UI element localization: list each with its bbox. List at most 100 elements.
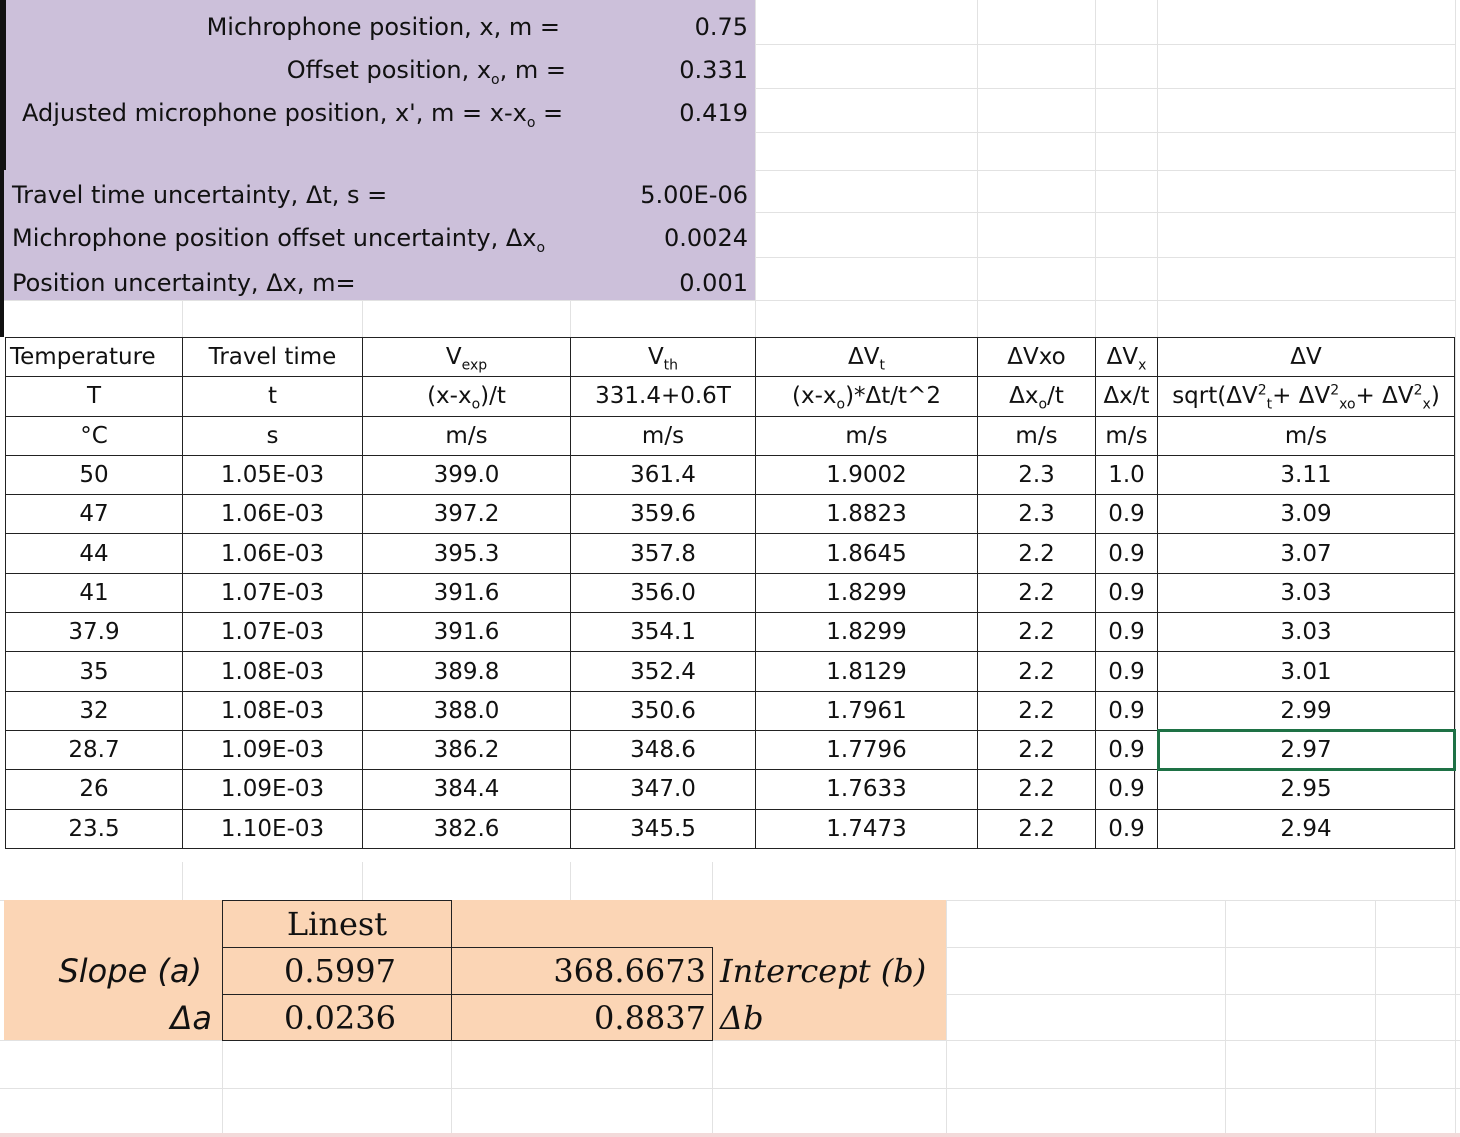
cell-v-th[interactable]: m/s — [570, 415, 756, 456]
cell-v-th[interactable]: 348.6 — [570, 729, 756, 771]
cell-dv-x[interactable]: 1.0 — [1095, 454, 1158, 496]
cell-travel-time[interactable]: t — [182, 376, 363, 417]
cell-temperature[interactable]: 28.7 — [5, 729, 183, 771]
cell-v-exp[interactable]: 399.0 — [362, 454, 571, 496]
cell-temperature[interactable]: 26 — [5, 769, 183, 810]
cell-dv[interactable]: 3.07 — [1157, 533, 1455, 574]
cell-dv[interactable]: 2.97 — [1156, 729, 1456, 771]
cell-travel-time[interactable]: s — [182, 415, 363, 456]
cell-v-exp[interactable]: Vexp — [362, 336, 571, 378]
cell-dv-t[interactable]: ΔVt — [755, 336, 978, 378]
cell-temperature[interactable]: 44 — [5, 533, 183, 574]
cell-travel-time[interactable]: 1.06E-03 — [182, 494, 363, 535]
cell-dv-xo[interactable]: ΔVxo — [977, 336, 1096, 378]
cell-dv-t[interactable]: (x-xo)*Δt/t^2 — [755, 376, 978, 417]
cell-travel-time[interactable]: 1.07E-03 — [182, 612, 363, 653]
cell-v-exp[interactable]: (x-xo)/t — [362, 376, 571, 417]
cell-dv-x[interactable]: 0.9 — [1095, 690, 1158, 731]
param-value[interactable]: 0.75 — [560, 12, 748, 42]
cell-dv-xo[interactable]: 2.2 — [977, 690, 1096, 731]
cell-v-exp[interactable]: 391.6 — [362, 572, 571, 614]
param-value[interactable]: 0.419 — [560, 98, 748, 128]
cell-dv-t[interactable]: 1.8129 — [755, 651, 978, 692]
cell-travel-time[interactable]: 1.07E-03 — [182, 572, 363, 614]
param-value[interactable]: 0.331 — [560, 55, 748, 85]
cell-v-th[interactable]: 361.4 — [570, 454, 756, 496]
cell-v-th[interactable]: 359.6 — [570, 494, 756, 535]
cell-temperature[interactable]: °C — [5, 415, 183, 456]
cell-dv[interactable]: 2.95 — [1157, 769, 1455, 810]
cell-dv-xo[interactable]: 2.2 — [977, 808, 1096, 849]
cell-dv-xo[interactable]: 2.2 — [977, 612, 1096, 653]
cell-travel-time[interactable]: 1.09E-03 — [182, 729, 363, 771]
cell-dv[interactable]: 2.94 — [1157, 808, 1455, 849]
cell-dv[interactable]: 3.01 — [1157, 651, 1455, 692]
cell-temperature[interactable]: 47 — [5, 494, 183, 535]
cell-dv-t[interactable]: m/s — [755, 415, 978, 456]
cell-temperature[interactable]: Temperature — [5, 336, 183, 378]
cell-dv-xo[interactable]: 2.2 — [977, 651, 1096, 692]
cell-dv-x[interactable]: 0.9 — [1095, 612, 1158, 653]
cell-v-th[interactable]: 357.8 — [570, 533, 756, 574]
cell-v-th[interactable]: 345.5 — [570, 808, 756, 849]
cell-dv[interactable]: 3.03 — [1157, 612, 1455, 653]
cell-temperature[interactable]: 32 — [5, 690, 183, 731]
cell-dv[interactable]: sqrt(ΔV2t+ ΔV2xo+ ΔV2x) — [1157, 376, 1455, 417]
cell-dv-xo[interactable]: 2.2 — [977, 572, 1096, 614]
cell-dv-x[interactable]: 0.9 — [1095, 572, 1158, 614]
cell-v-exp[interactable]: 391.6 — [362, 612, 571, 653]
cell-dv[interactable]: 3.03 — [1157, 572, 1455, 614]
cell-v-th[interactable]: 356.0 — [570, 572, 756, 614]
cell-v-exp[interactable]: 386.2 — [362, 729, 571, 771]
cell-dv-t[interactable]: 1.8823 — [755, 494, 978, 535]
cell-dv-x[interactable]: ΔVx — [1095, 336, 1158, 378]
cell-travel-time[interactable]: 1.09E-03 — [182, 769, 363, 810]
cell-dv-xo[interactable]: 2.2 — [977, 533, 1096, 574]
cell-travel-time[interactable]: Travel time — [182, 336, 363, 378]
cell-temperature[interactable]: 35 — [5, 651, 183, 692]
param-value[interactable]: 5.00E-06 — [560, 180, 748, 210]
cell-dv-x[interactable]: 0.9 — [1095, 533, 1158, 574]
cell-v-exp[interactable]: 395.3 — [362, 533, 571, 574]
cell-dv-xo[interactable]: 2.3 — [977, 494, 1096, 535]
cell-dv-t[interactable]: 1.8299 — [755, 612, 978, 653]
cell-travel-time[interactable]: 1.08E-03 — [182, 690, 363, 731]
cell-v-th[interactable]: 350.6 — [570, 690, 756, 731]
cell-dv-t[interactable]: 1.7796 — [755, 729, 978, 771]
cell-v-th[interactable]: 354.1 — [570, 612, 756, 653]
cell-dv-t[interactable]: 1.8645 — [755, 533, 978, 574]
cell-dv[interactable]: 3.11 — [1157, 454, 1455, 496]
cell-v-exp[interactable]: 382.6 — [362, 808, 571, 849]
cell-v-th[interactable]: Vth — [570, 336, 756, 378]
cell-travel-time[interactable]: 1.08E-03 — [182, 651, 363, 692]
cell-dv-xo[interactable]: 2.2 — [977, 729, 1096, 771]
cell-v-exp[interactable]: m/s — [362, 415, 571, 456]
cell-temperature[interactable]: 23.5 — [5, 808, 183, 849]
cell-dv[interactable]: m/s — [1157, 415, 1455, 456]
cell-dv-xo[interactable]: 2.2 — [977, 769, 1096, 810]
cell-v-exp[interactable]: 388.0 — [362, 690, 571, 731]
cell-temperature[interactable]: 50 — [5, 454, 183, 496]
cell-dv[interactable]: ΔV — [1157, 336, 1455, 378]
intercept-value[interactable]: 368.6673 — [460, 953, 706, 989]
cell-dv-x[interactable]: m/s — [1095, 415, 1158, 456]
cell-v-exp[interactable]: 389.8 — [362, 651, 571, 692]
cell-dv-xo[interactable]: m/s — [977, 415, 1096, 456]
slope-value[interactable]: 0.5997 — [284, 953, 444, 989]
cell-dv-x[interactable]: Δx/t — [1095, 376, 1158, 417]
delta-b-value[interactable]: 0.8837 — [460, 1000, 706, 1036]
cell-dv-x[interactable]: 0.9 — [1095, 494, 1158, 535]
cell-dv[interactable]: 2.99 — [1157, 690, 1455, 731]
cell-temperature[interactable]: 41 — [5, 572, 183, 614]
cell-dv[interactable]: 3.09 — [1157, 494, 1455, 535]
param-value[interactable]: 0.0024 — [560, 223, 748, 253]
cell-temperature[interactable]: T — [5, 376, 183, 417]
cell-dv-t[interactable]: 1.7961 — [755, 690, 978, 731]
cell-dv-xo[interactable]: 2.3 — [977, 454, 1096, 496]
cell-dv-t[interactable]: 1.7633 — [755, 769, 978, 810]
cell-temperature[interactable]: 37.9 — [5, 612, 183, 653]
cell-travel-time[interactable]: 1.05E-03 — [182, 454, 363, 496]
cell-dv-t[interactable]: 1.9002 — [755, 454, 978, 496]
cell-travel-time[interactable]: 1.06E-03 — [182, 533, 363, 574]
cell-dv-x[interactable]: 0.9 — [1095, 651, 1158, 692]
